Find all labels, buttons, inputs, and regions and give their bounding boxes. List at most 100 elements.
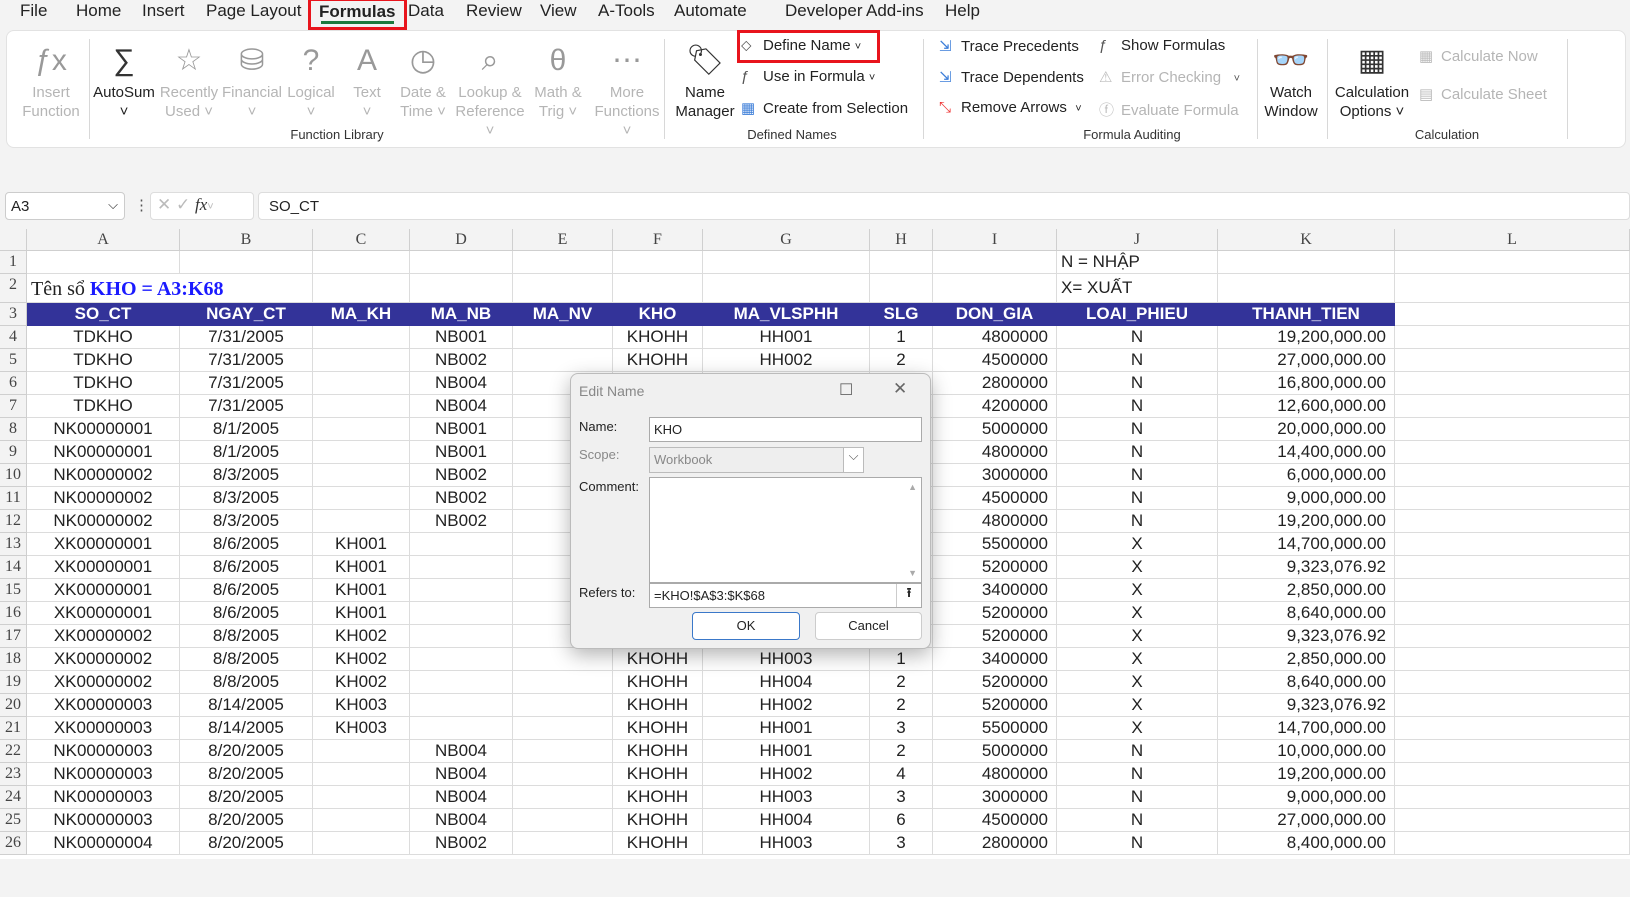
row-header-7[interactable]: 7: [0, 395, 27, 418]
tab-help[interactable]: Help: [945, 0, 980, 28]
tab-add-ins[interactable]: Add-ins: [866, 0, 924, 28]
cell-B9[interactable]: 8/1/2005: [180, 441, 313, 464]
cell-B13[interactable]: 8/6/2005: [180, 533, 313, 556]
column-header-H[interactable]: H: [870, 229, 933, 251]
cancel-button[interactable]: Cancel: [815, 612, 922, 640]
row-header-3[interactable]: 3: [0, 303, 27, 326]
cell-L23[interactable]: [1395, 763, 1630, 786]
cell-L5[interactable]: [1395, 349, 1630, 372]
insert-button[interactable]: ƒx Insert Function: [15, 39, 87, 121]
cell-I12[interactable]: 4800000: [933, 510, 1057, 533]
cell-J1[interactable]: N = NHẬP: [1057, 251, 1218, 274]
use-in-formula-button[interactable]: ƒ Use in Formula ˅: [741, 68, 875, 85]
cell-J18[interactable]: X: [1057, 648, 1218, 671]
column-header-D[interactable]: D: [410, 229, 513, 251]
cell-G24[interactable]: HH003: [703, 786, 870, 809]
cell-L9[interactable]: [1395, 441, 1630, 464]
cell-G25[interactable]: HH004: [703, 809, 870, 832]
cell-J5[interactable]: N: [1057, 349, 1218, 372]
cell-C1[interactable]: [313, 251, 410, 274]
fx-icon[interactable]: fx: [195, 195, 207, 214]
math-button[interactable]: θ Math & Trig ˅: [527, 39, 589, 121]
cell-K2[interactable]: [1218, 274, 1395, 303]
cell-A10[interactable]: NK00000002: [27, 464, 180, 487]
cell-C16[interactable]: KH001: [313, 602, 410, 625]
cell-C13[interactable]: KH001: [313, 533, 410, 556]
cell-A12[interactable]: NK00000002: [27, 510, 180, 533]
column-header-L[interactable]: L: [1395, 229, 1630, 251]
cell-B11[interactable]: 8/3/2005: [180, 487, 313, 510]
cell-I19[interactable]: 5200000: [933, 671, 1057, 694]
cell-B25[interactable]: 8/20/2005: [180, 809, 313, 832]
cell-C10[interactable]: [313, 464, 410, 487]
cell-A5[interactable]: TDKHO: [27, 349, 180, 372]
cell-F24[interactable]: KHOHH: [613, 786, 703, 809]
row-header-14[interactable]: 14: [0, 556, 27, 579]
cell-A8[interactable]: NK00000001: [27, 418, 180, 441]
cell-G5[interactable]: HH002: [703, 349, 870, 372]
cell-B6[interactable]: 7/31/2005: [180, 372, 313, 395]
cell-K24[interactable]: 9,000,000.00: [1218, 786, 1395, 809]
cell-A23[interactable]: NK00000003: [27, 763, 180, 786]
cell-D23[interactable]: NB004: [410, 763, 513, 786]
row-header-22[interactable]: 22: [0, 740, 27, 763]
cell-E24[interactable]: [513, 786, 613, 809]
cell-L7[interactable]: [1395, 395, 1630, 418]
cell-H26[interactable]: 3: [870, 832, 933, 855]
cell-J9[interactable]: N: [1057, 441, 1218, 464]
cell-A9[interactable]: NK00000001: [27, 441, 180, 464]
cell-C4[interactable]: [313, 326, 410, 349]
column-header-B[interactable]: B: [180, 229, 313, 251]
cell-K11[interactable]: 9,000,000.00: [1218, 487, 1395, 510]
cell-D18[interactable]: [410, 648, 513, 671]
cell-L21[interactable]: [1395, 717, 1630, 740]
column-header-E[interactable]: E: [513, 229, 613, 251]
row-header-2[interactable]: 2: [0, 274, 27, 303]
cell-A17[interactable]: XK00000002: [27, 625, 180, 648]
cell-A18[interactable]: XK00000002: [27, 648, 180, 671]
refers-to-input[interactable]: =KHO!$A$3:$K$68 ⭱: [649, 583, 922, 608]
cell-J16[interactable]: X: [1057, 602, 1218, 625]
cell-D19[interactable]: [410, 671, 513, 694]
cell-D24[interactable]: NB004: [410, 786, 513, 809]
cell-I18[interactable]: 3400000: [933, 648, 1057, 671]
cell-E2[interactable]: [513, 274, 613, 303]
row-header-5[interactable]: 5: [0, 349, 27, 372]
comment-textarea[interactable]: ▲ ▼: [649, 477, 922, 583]
row-header-19[interactable]: 19: [0, 671, 27, 694]
cell-I21[interactable]: 5500000: [933, 717, 1057, 740]
cell-K12[interactable]: 19,200,000.00: [1218, 510, 1395, 533]
tab-developer[interactable]: Developer: [785, 0, 863, 28]
row-header-23[interactable]: 23: [0, 763, 27, 786]
cell-E25[interactable]: [513, 809, 613, 832]
column-header-F[interactable]: F: [613, 229, 703, 251]
cell-B7[interactable]: 7/31/2005: [180, 395, 313, 418]
row-header-18[interactable]: 18: [0, 648, 27, 671]
cell-H24[interactable]: 3: [870, 786, 933, 809]
cell-B8[interactable]: 8/1/2005: [180, 418, 313, 441]
cell-F5[interactable]: KHOHH: [613, 349, 703, 372]
cell-J2[interactable]: X= XUẤT: [1057, 274, 1218, 303]
cell-F23[interactable]: KHOHH: [613, 763, 703, 786]
cell-E3[interactable]: MA_NV: [513, 303, 613, 326]
cell-H2[interactable]: [870, 274, 933, 303]
maximize-icon[interactable]: ☐: [839, 380, 853, 400]
cell-L3[interactable]: [1395, 303, 1630, 326]
cell-I3[interactable]: DON_GIA: [933, 303, 1057, 326]
cell-A24[interactable]: NK00000003: [27, 786, 180, 809]
cell-L20[interactable]: [1395, 694, 1630, 717]
cell-J24[interactable]: N: [1057, 786, 1218, 809]
scroll-down-icon[interactable]: ▼: [908, 568, 917, 578]
cell-L6[interactable]: [1395, 372, 1630, 395]
row-header-25[interactable]: 25: [0, 809, 27, 832]
cell-A1[interactable]: [27, 251, 180, 274]
cell-L11[interactable]: [1395, 487, 1630, 510]
cell-K3[interactable]: THANH_TIEN: [1218, 303, 1395, 326]
cell-L17[interactable]: [1395, 625, 1630, 648]
cell-H1[interactable]: [870, 251, 933, 274]
cell-I7[interactable]: 4200000: [933, 395, 1057, 418]
cell-I8[interactable]: 5000000: [933, 418, 1057, 441]
logical-button[interactable]: ? Logical ˅: [283, 39, 339, 121]
cell-E26[interactable]: [513, 832, 613, 855]
cell-C20[interactable]: KH003: [313, 694, 410, 717]
